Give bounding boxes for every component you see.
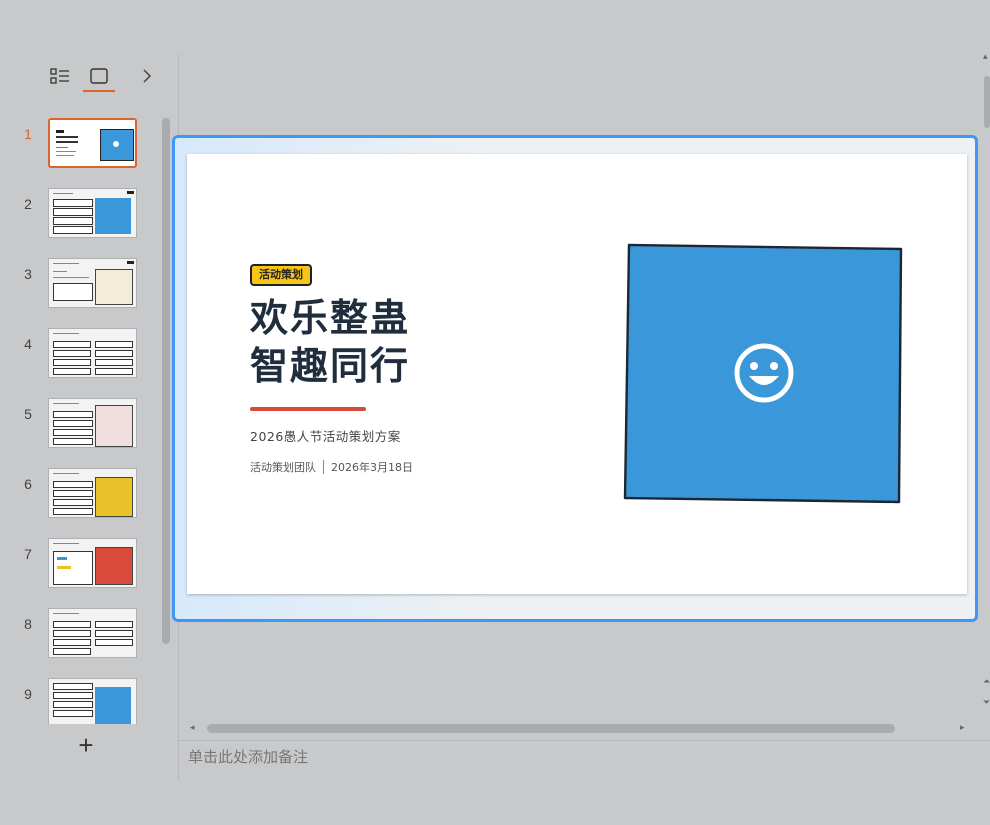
add-slide-button[interactable]: +: [72, 732, 100, 760]
slide-thumbnail-image[interactable]: [48, 608, 137, 658]
slide-thumbnail-image[interactable]: [48, 398, 137, 448]
meta-separator: [323, 460, 324, 474]
active-view-indicator: [83, 90, 115, 92]
slide-thumbnail-image[interactable]: [48, 678, 137, 724]
scroll-left-arrow[interactable]: ◂: [190, 723, 195, 733]
slide-thumbnail-image[interactable]: [48, 188, 137, 238]
slide-thumbnail[interactable]: 7: [0, 538, 160, 596]
slide-number: 3: [24, 266, 32, 282]
slide-subtitle[interactable]: 2026愚人节活动策划方案: [250, 426, 401, 445]
title-line: 欢乐整蛊: [250, 295, 411, 340]
slide-title[interactable]: 欢乐整蛊 智趣同行: [250, 294, 410, 390]
slide-thumbnail-image[interactable]: [48, 328, 137, 378]
slide-thumbnail[interactable]: 5: [0, 398, 160, 456]
slide-thumbnail-image[interactable]: [48, 538, 137, 588]
slide-number: 6: [24, 476, 32, 492]
slide-view-icon[interactable]: [85, 62, 113, 90]
notes-divider[interactable]: [178, 740, 990, 741]
slide-number: 1: [24, 126, 32, 142]
decorative-panel[interactable]: [623, 242, 903, 504]
slide-thumbnail[interactable]: 1: [0, 118, 160, 176]
accent-rule: [250, 407, 366, 411]
scroll-up-arrow[interactable]: ▴: [983, 52, 988, 62]
slide-canvas[interactable]: 活动策划 欢乐整蛊 智趣同行 2026愚人节活动策划方案 活动策划团队 2026…: [187, 154, 967, 594]
slide-scrollbar[interactable]: [984, 76, 990, 128]
slide-thumbnail[interactable]: 9: [0, 678, 160, 724]
notes-input[interactable]: 单击此处添加备注: [188, 746, 308, 767]
slide-thumbnail[interactable]: 8: [0, 608, 160, 666]
slide-number: 5: [24, 406, 32, 422]
slide-thumbnail[interactable]: 3: [0, 258, 160, 316]
previous-slide-icon[interactable]: ⏶: [983, 677, 990, 687]
slide-number: 9: [24, 686, 32, 702]
horizontal-scrollbar[interactable]: [207, 724, 895, 733]
title-line: 智趣同行: [250, 343, 411, 388]
smiley-icon: [734, 343, 794, 403]
presentation-date: 2026年3月18日: [331, 461, 413, 474]
slide-thumbnail-pane: 1 2 3 4 5 6 7 8 9 +: [0, 0, 178, 825]
slide-thumbnail-image[interactable]: [48, 258, 137, 308]
slide-meta[interactable]: 活动策划团队 2026年3月18日: [250, 459, 413, 475]
slide-thumbnail[interactable]: 4: [0, 328, 160, 386]
slide-thumbnail-image[interactable]: [48, 468, 137, 518]
slide-thumbnail-image[interactable]: [48, 118, 137, 168]
team-name: 活动策划团队: [250, 461, 316, 474]
thumbnail-scrollbar[interactable]: [162, 118, 170, 644]
outline-view-icon[interactable]: [46, 62, 74, 90]
slide-number: 2: [24, 196, 32, 212]
slide-number: 7: [24, 546, 32, 562]
slide-number: 8: [24, 616, 32, 632]
next-slide-icon[interactable]: ⏷: [983, 698, 990, 708]
category-badge[interactable]: 活动策划: [250, 264, 312, 286]
slide-thumbnail[interactable]: 6: [0, 468, 160, 526]
slide-number: 4: [24, 336, 32, 352]
slide-thumbnail[interactable]: 2: [0, 188, 160, 246]
thumbnail-list: 1 2 3 4 5 6 7 8 9: [0, 108, 160, 724]
scroll-right-arrow[interactable]: ▸: [960, 723, 965, 733]
chevron-right-icon[interactable]: [133, 62, 161, 90]
